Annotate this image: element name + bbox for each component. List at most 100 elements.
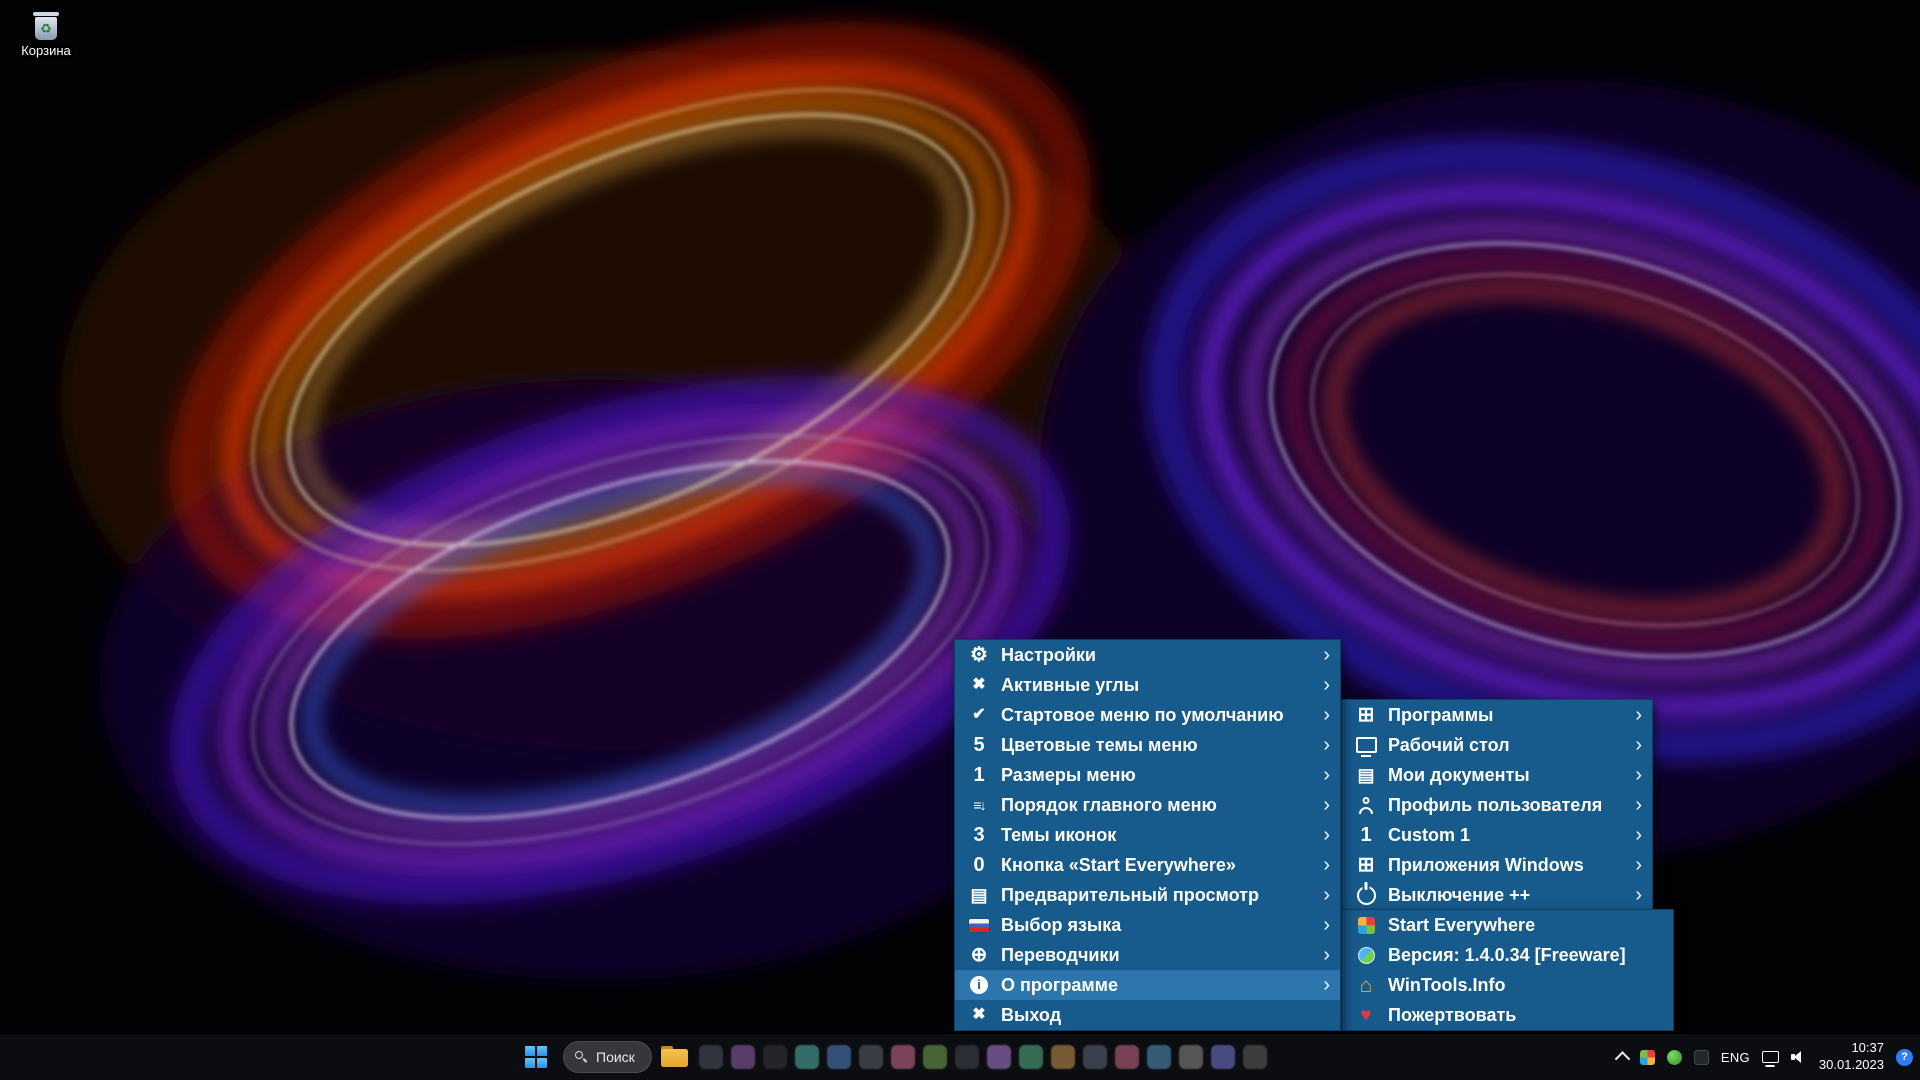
tray-icon-dark[interactable]	[1693, 1049, 1709, 1065]
menu-item-language[interactable]: Выбор языка ›	[955, 910, 1340, 940]
clock-time: 10:37	[1851, 1040, 1884, 1056]
file-explorer-button[interactable]	[660, 1046, 688, 1068]
menu-item-label: Программы	[1388, 704, 1494, 725]
network-icon[interactable]	[1761, 1051, 1779, 1063]
menu-item-about[interactable]: i О программе ›	[955, 970, 1340, 1000]
taskbar-app-icons	[698, 1045, 1267, 1069]
taskbar-app-icon[interactable]	[954, 1045, 979, 1069]
exit-icon: ✖	[972, 1006, 986, 1023]
taskbar-app-icon[interactable]	[922, 1045, 947, 1069]
menu-item-version[interactable]: Версия: 1.4.0.34 [Freeware]	[1342, 940, 1673, 970]
clock[interactable]: 10:37 30.01.2023	[1819, 1040, 1884, 1074]
menu-item-start-everywhere[interactable]: Start Everywhere	[1342, 910, 1673, 940]
menu-item-default-start-menu[interactable]: ✔ Стартовое меню по умолчанию ›	[955, 700, 1340, 730]
start-everywhere-places-menu: ⊞ Программы › Рабочий стол › ▤ Мои докум…	[1341, 699, 1653, 911]
help-badge[interactable]: ?	[1896, 1048, 1913, 1066]
taskbar-app-icon[interactable]	[1050, 1045, 1075, 1069]
menu-item-exit[interactable]: ✖ Выход	[955, 1000, 1340, 1030]
language-indicator[interactable]: ENG	[1721, 1050, 1750, 1065]
menu-item-custom1[interactable]: 1 Custom 1 ›	[1342, 820, 1652, 850]
menu-item-label: Цветовые темы меню	[1001, 734, 1198, 755]
menu-item-label: Темы иконок	[1001, 824, 1117, 845]
taskbar-app-icon[interactable]	[730, 1045, 755, 1069]
search-icon	[575, 1050, 588, 1064]
menu-item-donate[interactable]: ♥ Пожертвовать	[1342, 1000, 1673, 1030]
menu-item-active-corners[interactable]: ✖ Активные углы ›	[955, 670, 1340, 700]
user-icon	[1350, 797, 1382, 814]
taskbar-app-icon[interactable]	[890, 1045, 915, 1069]
taskbar-app-icon[interactable]	[858, 1045, 883, 1069]
menu-item-label: Мои документы	[1388, 764, 1530, 785]
start-button[interactable]	[518, 1039, 554, 1075]
digit-1-icon: 1	[1360, 824, 1372, 846]
menu-item-windows-apps[interactable]: ⊞ Приложения Windows ›	[1342, 850, 1652, 880]
digit-1-icon: 1	[973, 764, 985, 786]
menu-item-label: Размеры меню	[1001, 764, 1136, 785]
clock-date: 30.01.2023	[1818, 1057, 1884, 1072]
chevron-right-icon: ›	[1635, 853, 1642, 876]
taskbar-app-icon[interactable]	[1210, 1045, 1235, 1069]
menu-item-main-menu-order[interactable]: ≡↓ Порядок главного меню ›	[955, 790, 1340, 820]
menu-item-settings[interactable]: ⚙ Настройки ›	[955, 640, 1340, 670]
menu-item-programs[interactable]: ⊞ Программы ›	[1342, 700, 1652, 730]
chevron-right-icon: ›	[1323, 703, 1330, 726]
version-icon	[1350, 946, 1382, 964]
menu-item-label: Версия: 1.4.0.34 [Freeware]	[1388, 944, 1626, 965]
tray-icon-multicolor[interactable]	[1639, 1049, 1655, 1065]
taskbar-app-icon[interactable]	[826, 1045, 851, 1069]
menu-item-preview[interactable]: ▤ Предварительный просмотр ›	[955, 880, 1340, 910]
menu-item-translators[interactable]: ⊕ Переводчики ›	[955, 940, 1340, 970]
taskbar-app-icon[interactable]	[986, 1045, 1011, 1069]
window-list-icon: ⊞	[1357, 704, 1375, 726]
menu-item-label: Кнопка «Start Everywhere»	[1001, 854, 1236, 875]
menu-item-label: О программе	[1001, 974, 1119, 995]
info-icon: i	[963, 976, 995, 994]
menu-item-color-themes[interactable]: 5 Цветовые темы меню ›	[955, 730, 1340, 760]
menu-item-label: Выход	[1001, 1004, 1062, 1025]
tray-icon-green[interactable]	[1666, 1049, 1682, 1065]
menu-item-documents[interactable]: ▤ Мои документы ›	[1342, 760, 1652, 790]
search-button[interactable]: Поиск	[563, 1041, 652, 1073]
windows-apps-icon: ⊞	[1357, 854, 1375, 876]
about-submenu: Start Everywhere Версия: 1.4.0.34 [Freew…	[1341, 909, 1674, 1031]
taskbar-app-icon[interactable]	[698, 1045, 723, 1069]
menu-item-label: Профиль пользователя	[1388, 794, 1603, 815]
menu-item-shutdown[interactable]: Выключение ++ ›	[1342, 880, 1652, 910]
menu-item-menu-sizes[interactable]: 1 Размеры меню ›	[955, 760, 1340, 790]
taskbar-app-icon[interactable]	[762, 1045, 787, 1069]
check-icon: ✔	[972, 706, 986, 723]
taskbar-app-icon[interactable]	[1082, 1045, 1107, 1069]
search-label: Поиск	[596, 1049, 635, 1065]
chevron-right-icon: ›	[1323, 973, 1330, 996]
recycle-bin-label: Корзина	[21, 43, 71, 58]
chevron-right-icon: ›	[1323, 883, 1330, 906]
chevron-right-icon: ›	[1323, 793, 1330, 816]
tray-expand-chevron-icon[interactable]	[1614, 1050, 1631, 1067]
recycle-bin-icon: ♻	[33, 12, 59, 40]
taskbar-app-icon[interactable]	[1018, 1045, 1043, 1069]
taskbar-app-icon[interactable]	[1242, 1045, 1267, 1069]
taskbar-app-icon[interactable]	[794, 1045, 819, 1069]
menu-item-wintools[interactable]: ⌂ WinTools.Info	[1342, 970, 1673, 1000]
menu-item-icon-themes[interactable]: 3 Темы иконок ›	[955, 820, 1340, 850]
document-icon: ▤	[1357, 765, 1375, 785]
chevron-right-icon: ›	[1323, 733, 1330, 756]
menu-item-label: WinTools.Info	[1388, 974, 1506, 995]
recycle-bin[interactable]: ♻ Корзина	[8, 12, 84, 58]
taskbar-app-icon[interactable]	[1178, 1045, 1203, 1069]
menu-item-user-profile[interactable]: Профиль пользователя ›	[1342, 790, 1652, 820]
taskbar-app-icon[interactable]	[1114, 1045, 1139, 1069]
taskbar-app-icon[interactable]	[1146, 1045, 1171, 1069]
start-everywhere-logo-icon	[1350, 916, 1382, 934]
chevron-right-icon: ›	[1323, 643, 1330, 666]
chevron-right-icon: ›	[1323, 913, 1330, 936]
russian-flag-icon	[963, 918, 995, 932]
home-icon: ⌂	[1359, 973, 1373, 997]
close-icon: ✖	[972, 676, 986, 693]
power-icon	[1350, 885, 1382, 905]
chevron-right-icon: ›	[1635, 703, 1642, 726]
menu-item-start-everywhere-button[interactable]: 0 Кнопка «Start Everywhere» ›	[955, 850, 1340, 880]
menu-item-desktop[interactable]: Рабочий стол ›	[1342, 730, 1652, 760]
windows-logo-icon	[525, 1046, 547, 1068]
volume-icon[interactable]	[1790, 1050, 1807, 1064]
